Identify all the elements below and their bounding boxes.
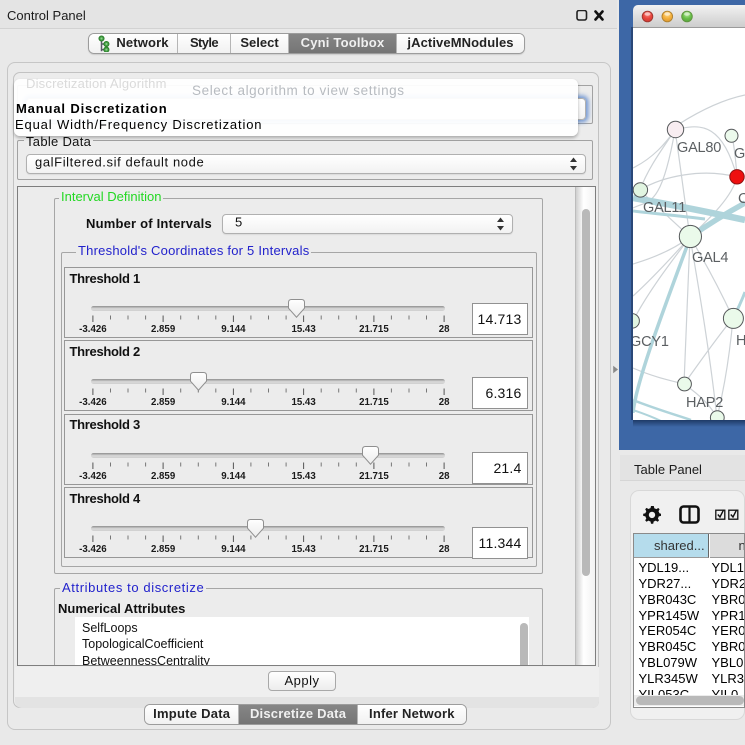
svg-text:GAL11: GAL11 <box>643 200 686 216</box>
svg-text:HAP2: HAP2 <box>686 395 723 411</box>
svg-text:GCY1: GCY1 <box>633 334 669 350</box>
svg-text:C: C <box>738 191 745 207</box>
svg-text:GAL80: GAL80 <box>677 140 721 156</box>
svg-text:H: H <box>736 333 745 349</box>
svg-text:GAL4: GAL4 <box>692 250 728 266</box>
svg-text:G.: G. <box>734 146 745 162</box>
